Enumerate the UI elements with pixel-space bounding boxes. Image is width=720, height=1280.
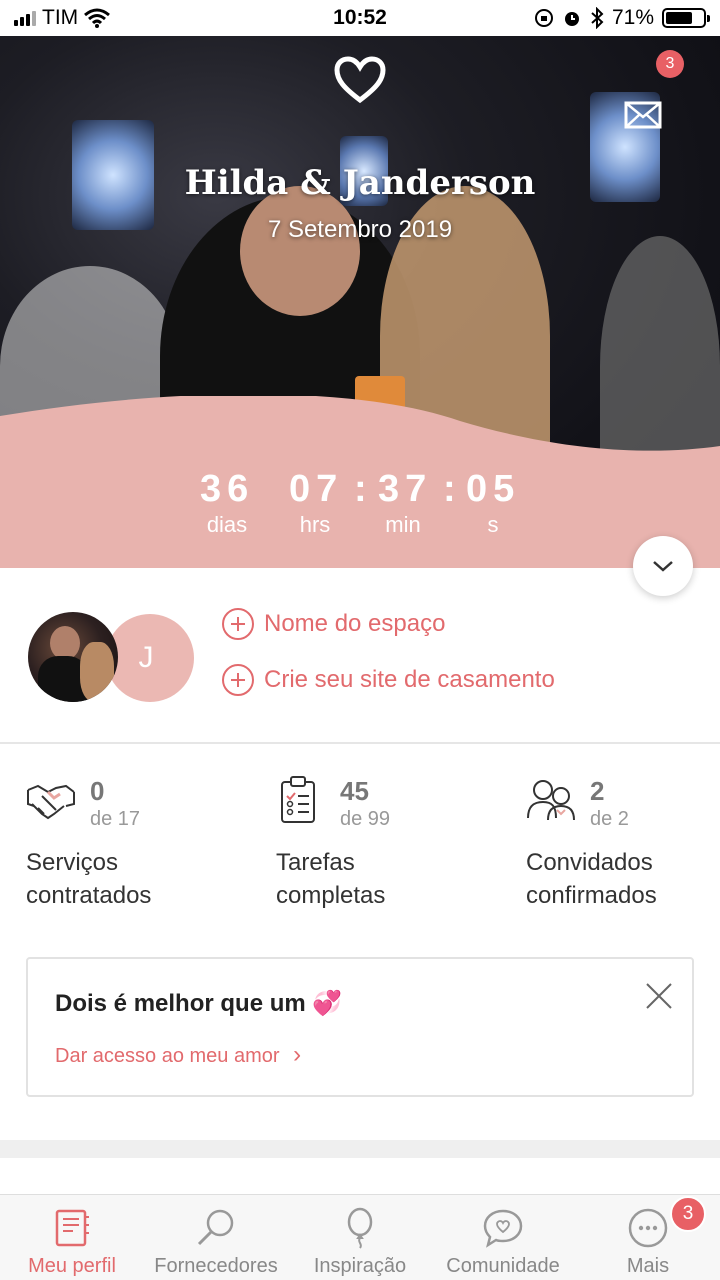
tasks-label: Tarefas completas	[276, 846, 506, 912]
wedding-date: 7 Setembro 2019	[267, 216, 453, 243]
nav-fornecedores[interactable]: Fornecedores	[150, 1195, 282, 1280]
expand-button[interactable]	[633, 536, 693, 596]
status-time: 10:52	[333, 6, 387, 29]
section-separator	[0, 1140, 720, 1158]
guests-icon	[527, 780, 575, 821]
nav-meu-perfil[interactable]: Meu perfil	[22, 1195, 122, 1280]
tasks-count: 45	[340, 776, 369, 806]
create-website-label: Crie seu site de casamento	[264, 666, 555, 693]
countdown-minutes: 37	[378, 468, 433, 510]
tasks-total: de 99	[340, 808, 391, 830]
guests-label: Convidados confirmados	[526, 846, 720, 912]
guests-label-line1: Convidados	[526, 849, 653, 876]
heart-logo-icon[interactable]	[334, 56, 386, 104]
countdown-seconds: 05	[466, 468, 521, 510]
invite-title-text: Dois é melhor que um	[55, 990, 306, 1017]
countdown-days-label: dias	[206, 512, 248, 537]
nav-label: Meu perfil	[28, 1255, 116, 1277]
clipboard-icon	[281, 776, 315, 823]
divider	[0, 742, 720, 744]
services-label: Serviços contratados	[26, 846, 256, 912]
chevron-right-icon: ›	[293, 1041, 302, 1068]
guests-label-line2: confirmados	[526, 882, 657, 909]
invite-partner-link[interactable]: Dar acesso ao meu amor ›	[55, 1041, 301, 1069]
services-label-line2: contratados	[26, 882, 152, 909]
plus-circle-icon	[222, 608, 254, 640]
countdown-seconds-label: s	[487, 512, 499, 537]
add-venue-link[interactable]: Nome do espaço	[222, 608, 445, 640]
close-icon[interactable]	[644, 981, 674, 1011]
more-icon	[628, 1208, 668, 1248]
battery-percent: 71%	[611, 6, 654, 29]
countdown-separator: :	[443, 468, 456, 510]
signal-icon	[14, 10, 36, 26]
user-avatar[interactable]	[28, 612, 118, 702]
countdown-hours: 07	[289, 468, 344, 510]
services-label-line1: Serviços	[26, 849, 119, 876]
bottom-nav: Meu perfil Fornecedores Inspiração Comun…	[0, 1194, 720, 1280]
status-right: 71%	[446, 6, 710, 30]
tasks-label-line2: completas	[276, 882, 386, 909]
services-total: de 17	[90, 808, 141, 830]
invite-link-label: Dar acesso ao meu amor	[55, 1045, 280, 1067]
nav-label: Inspiração	[313, 1255, 407, 1277]
profile-section: J Nome do espaço Crie seu site de casame…	[0, 590, 720, 740]
status-left: TIM	[14, 6, 274, 30]
create-website-link[interactable]: Crie seu site de casamento	[222, 664, 555, 696]
cover-photo: 3 Hilda & Janderson 7 Setembro 2019 36 0…	[0, 36, 720, 568]
countdown-separator: :	[354, 468, 367, 510]
partner-initial: J	[138, 641, 154, 674]
tasks-label-line1: Tarefas	[276, 849, 355, 876]
hearts-emoji: 💞	[312, 990, 343, 1017]
nav-inspiracao[interactable]: Inspiração	[306, 1195, 414, 1280]
battery-icon	[662, 8, 710, 28]
mail-icon[interactable]	[624, 100, 664, 130]
nav-label: Comunidade	[446, 1255, 560, 1277]
balloon-icon	[347, 1207, 373, 1249]
alarm-icon	[564, 12, 579, 26]
nav-comunidade[interactable]: Comunidade	[440, 1195, 566, 1280]
rotation-lock-icon	[534, 9, 553, 27]
carrier-label: TIM	[42, 6, 79, 29]
invite-partner-card: Dois é melhor que um 💞 Dar acesso ao meu…	[26, 957, 694, 1097]
chat-heart-icon	[483, 1209, 523, 1248]
couple-name: Hilda & Janderson	[184, 163, 536, 203]
countdown-hours-label: hrs	[299, 512, 331, 537]
stats-section: 0 de 17 Serviços contratados 45 de 99 Ta…	[0, 770, 720, 920]
plus-circle-icon	[222, 664, 254, 696]
partner-avatar[interactable]: J	[106, 614, 194, 702]
nav-label: Fornecedores	[154, 1255, 278, 1277]
mail-badge: 3	[656, 50, 684, 78]
wifi-icon	[84, 8, 111, 28]
nav-label: Mais	[626, 1255, 670, 1277]
handshake-icon	[27, 784, 75, 820]
battery-fill	[666, 12, 692, 24]
services-count: 0	[90, 776, 105, 806]
countdown: 36 07 : 37 : 05 dias hrs min s	[0, 468, 720, 568]
more-badge: 3	[670, 1196, 706, 1232]
guests-total: de 2	[590, 808, 629, 830]
magnifier-icon	[197, 1209, 234, 1246]
countdown-minutes-label: min	[385, 512, 421, 537]
chevron-down-icon	[653, 561, 673, 572]
invite-title: Dois é melhor que um 💞	[55, 989, 342, 1018]
countdown-days: 36	[200, 468, 255, 510]
status-bar: TIM 10:52 71%	[0, 0, 720, 36]
bluetooth-icon	[591, 7, 604, 29]
notebook-icon	[55, 1209, 89, 1247]
guests-count: 2	[590, 776, 605, 806]
add-venue-label: Nome do espaço	[264, 610, 446, 637]
